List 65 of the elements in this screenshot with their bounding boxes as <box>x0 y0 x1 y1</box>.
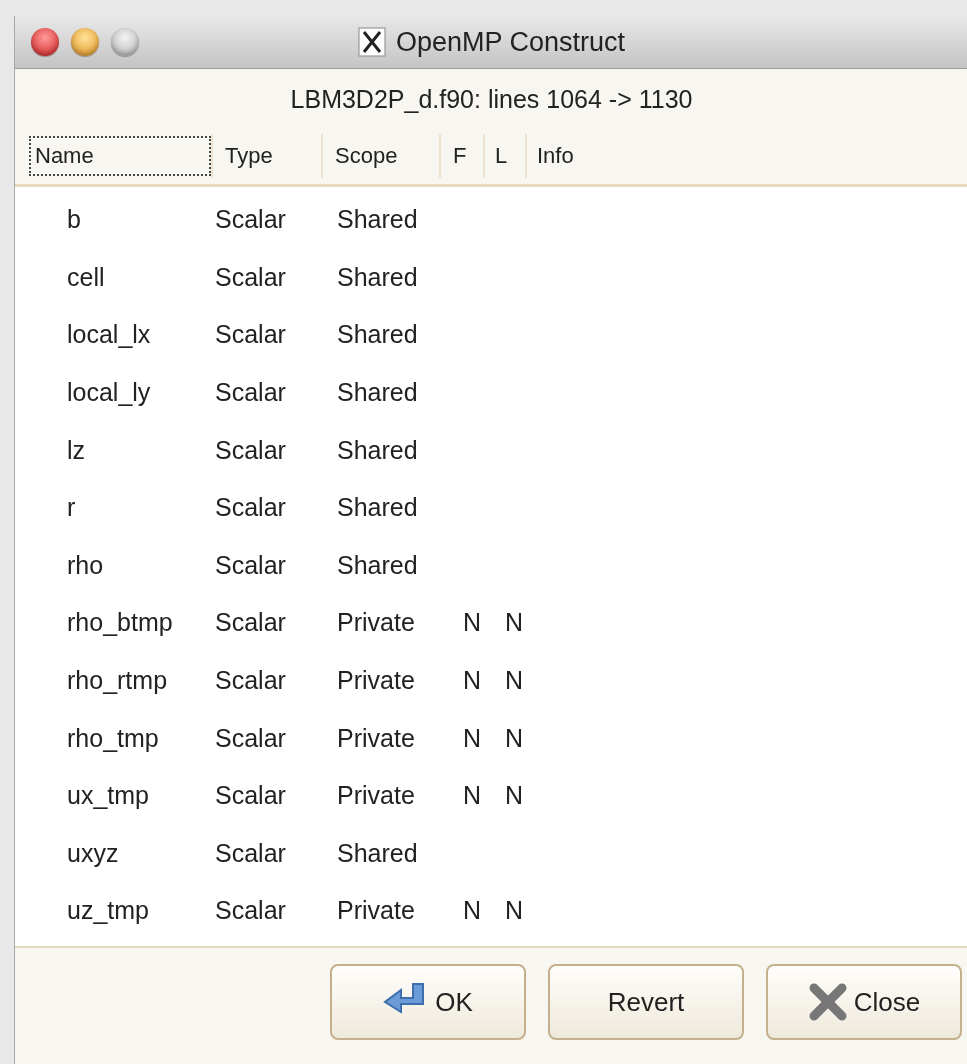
column-header[interactable]: Scope <box>323 134 441 178</box>
table-cell-text: Scalar <box>215 896 287 926</box>
table-cell-text: Scalar <box>215 723 287 753</box>
table-cell-text: Private <box>337 608 416 638</box>
x-icon <box>807 982 848 1022</box>
zoom-window-button[interactable] <box>111 28 139 56</box>
table-cell-text: r <box>66 493 77 523</box>
table-cell-text: Scalar <box>215 493 287 523</box>
table-cell-text: rho_tmp <box>66 723 160 753</box>
table-cell-text: uxyz <box>66 838 120 868</box>
table-cell-text: local_lx <box>66 320 152 350</box>
x-logo-icon <box>357 27 386 57</box>
table-cell-text: ux_tmp <box>66 781 150 811</box>
column-header[interactable]: F <box>441 134 485 178</box>
table-cell-text: b <box>66 205 82 235</box>
table-cell-text: Private <box>337 666 416 696</box>
table-cell-text: rho <box>66 550 105 580</box>
table-cell-text: N <box>463 723 483 753</box>
table-cell-text: N <box>505 608 525 638</box>
table-cell-text: Scalar <box>215 320 287 350</box>
table-cell-text: Scalar <box>215 838 287 868</box>
table-cell-text: Scalar <box>215 666 287 696</box>
table-cell-text: Private <box>337 781 416 811</box>
column-header[interactable]: Info <box>527 134 957 178</box>
table-cell-text: rho_rtmp <box>66 666 169 696</box>
table-cell-text: N <box>463 666 483 696</box>
table-cell-text: cell <box>66 262 106 292</box>
table-cell-text: N <box>463 781 483 811</box>
table-cell-text: uz_tmp <box>66 896 150 926</box>
table-cell-text: Shared <box>337 435 419 465</box>
file-lines-label: LBM3D2P_d.f90: lines 1064 -> 1130 <box>289 84 694 115</box>
table-cell-text: lz <box>66 435 87 465</box>
minimize-window-button[interactable] <box>71 28 99 56</box>
column-header[interactable]: Type <box>213 134 323 178</box>
table-cell-text: N <box>463 608 483 638</box>
table-cell-text: N <box>505 781 525 811</box>
revert-button[interactable]: Revert <box>548 964 744 1040</box>
table-cell-text: Shared <box>337 378 419 408</box>
table-cell-text: Shared <box>337 205 419 235</box>
table-cell-text: Scalar <box>215 205 287 235</box>
table-cell-text: rho_btmp <box>66 608 174 638</box>
ok-button[interactable]: OK <box>330 964 526 1040</box>
table-cell-text: Shared <box>337 838 419 868</box>
table-cell-text: Shared <box>337 320 419 350</box>
close-button[interactable]: Close <box>766 964 962 1040</box>
table-cell-text: N <box>505 666 525 696</box>
close-window-button[interactable] <box>31 28 59 56</box>
table-cell-text: Shared <box>337 262 419 292</box>
table-cell-text: Private <box>337 723 416 753</box>
table-cell-text: N <box>505 896 525 926</box>
table-cell-text: Scalar <box>215 781 287 811</box>
column-header[interactable]: L <box>485 134 527 178</box>
table-cell-text: N <box>463 896 483 926</box>
column-header[interactable]: Name <box>27 134 213 178</box>
table-cell-text: Scalar <box>215 608 287 638</box>
table-cell-text: Scalar <box>215 378 287 408</box>
table-cell-text: Scalar <box>215 550 287 580</box>
table-cell-text: Scalar <box>215 435 287 465</box>
table-cell-text: Shared <box>337 550 419 580</box>
table-cell-text: Shared <box>337 493 419 523</box>
table-cell-text: N <box>505 723 525 753</box>
table-cell-text: Private <box>337 896 416 926</box>
window-title: OpenMP Construct <box>395 26 626 58</box>
table-cell-text: Scalar <box>215 262 287 292</box>
table-cell-text: local_ly <box>66 378 152 408</box>
